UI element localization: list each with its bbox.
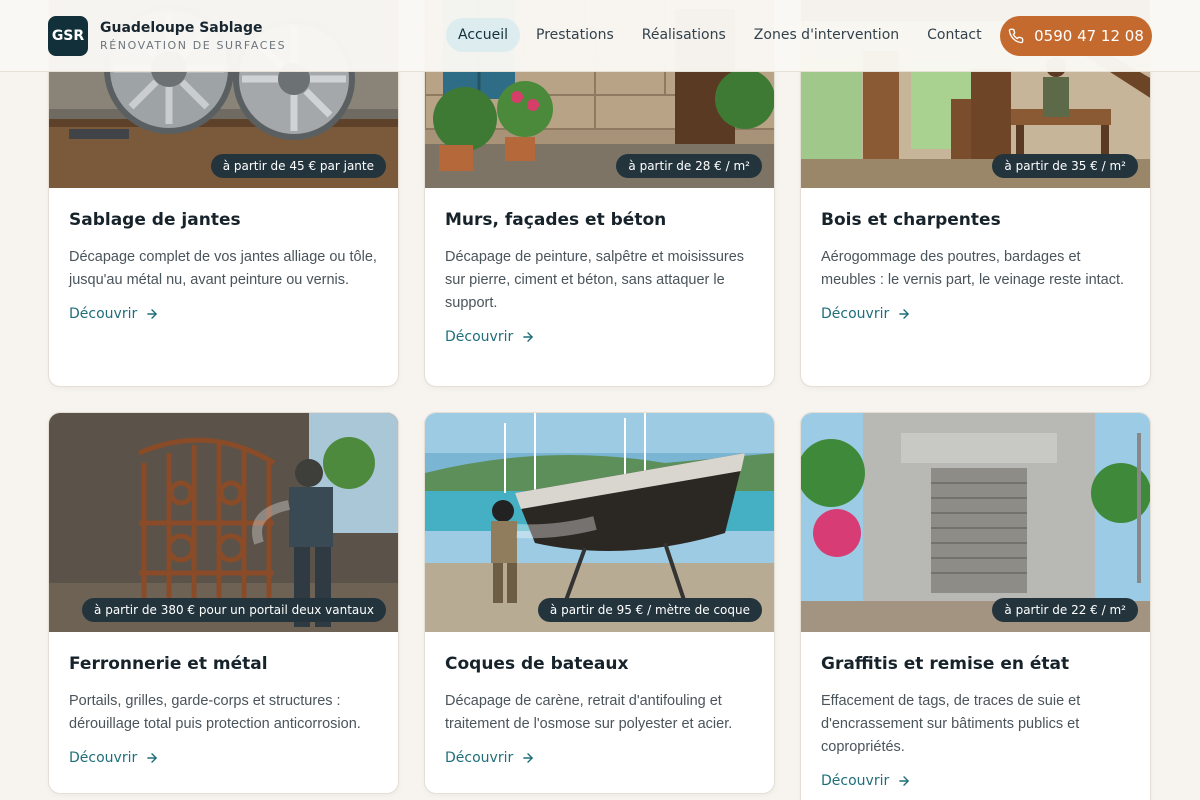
card-description: Portails, grilles, garde-corps et struct… xyxy=(69,693,361,732)
arrow-right-icon xyxy=(899,776,910,786)
price-badge: à partir de 35 € / m² xyxy=(992,154,1138,178)
discover-link[interactable]: Découvrir xyxy=(445,329,754,345)
arrow-right-icon xyxy=(523,332,534,342)
arrow-right-icon xyxy=(899,309,910,319)
card-title: Coques de bateaux xyxy=(445,654,629,674)
service-card-bateaux: à partir de 95 € / mètre de coque Coques… xyxy=(424,412,775,794)
card-title: Ferronnerie et métal xyxy=(69,654,268,674)
nav-item-zones[interactable]: Zones d'intervention xyxy=(742,18,911,52)
brand-name[interactable]: Guadeloupe Sablage xyxy=(100,20,263,36)
service-card-ferronnerie: à partir de 380 € pour un portail deux v… xyxy=(48,412,399,794)
discover-label: Découvrir xyxy=(69,306,138,322)
service-image-ferronnerie: à partir de 380 € pour un portail deux v… xyxy=(49,413,398,632)
brand-tagline: RÉNOVATION DE SURFACES xyxy=(100,39,287,52)
discover-link[interactable]: Découvrir xyxy=(821,773,1130,789)
price-badge: à partir de 22 € / m² xyxy=(992,598,1138,622)
service-card-graffitis: à partir de 22 € / m² Graffitis et remis… xyxy=(800,412,1151,800)
discover-label: Découvrir xyxy=(821,306,890,322)
card-title: Sablage de jantes xyxy=(69,210,241,230)
price-badge: à partir de 28 € / m² xyxy=(616,154,762,178)
arrow-right-icon xyxy=(147,753,158,763)
site-header: GSR Guadeloupe Sablage RÉNOVATION DE SUR… xyxy=(0,0,1200,72)
arrow-right-icon xyxy=(147,309,158,319)
service-image-graffitis: à partir de 22 € / m² xyxy=(801,413,1150,632)
phone-icon xyxy=(1008,28,1024,44)
card-description: Décapage de peinture, salpêtre et moisis… xyxy=(445,249,745,311)
discover-link[interactable]: Découvrir xyxy=(445,750,754,766)
card-title: Bois et charpentes xyxy=(821,210,1001,230)
nav-item-contact[interactable]: Contact xyxy=(915,18,993,52)
discover-label: Découvrir xyxy=(821,773,890,789)
card-description: Aérogommage des poutres, bardages et meu… xyxy=(821,249,1125,288)
nav-item-accueil[interactable]: Accueil xyxy=(446,18,520,52)
card-title: Murs, façades et béton xyxy=(445,210,667,230)
discover-link[interactable]: Découvrir xyxy=(69,750,378,766)
discover-link[interactable]: Découvrir xyxy=(69,306,378,322)
card-title: Graffitis et remise en état xyxy=(821,654,1070,674)
price-badge: à partir de 45 € par jante xyxy=(210,154,386,178)
price-badge: à partir de 380 € pour un portail deux v… xyxy=(82,598,386,622)
logo[interactable]: GSR xyxy=(48,16,88,56)
card-description: Décapage complet de vos jantes alliage o… xyxy=(69,249,377,288)
nav-item-prestations[interactable]: Prestations xyxy=(524,18,626,52)
card-description: Décapage de carène, retrait d'antifoulin… xyxy=(445,693,733,732)
nav-item-realisations[interactable]: Réalisations xyxy=(630,18,738,52)
phone-button[interactable]: 0590 47 12 08 xyxy=(1000,16,1152,56)
discover-link[interactable]: Découvrir xyxy=(821,306,1130,322)
card-description: Effacement de tags, de traces de suie et… xyxy=(821,693,1081,755)
phone-number: 0590 47 12 08 xyxy=(1034,27,1144,45)
service-image-bateaux: à partir de 95 € / mètre de coque xyxy=(425,413,774,632)
discover-label: Découvrir xyxy=(69,750,138,766)
discover-label: Découvrir xyxy=(445,750,514,766)
discover-label: Découvrir xyxy=(445,329,514,345)
main-nav: Accueil Prestations Réalisations Zones d… xyxy=(446,18,998,52)
price-badge: à partir de 95 € / mètre de coque xyxy=(537,598,762,622)
arrow-right-icon xyxy=(523,753,534,763)
